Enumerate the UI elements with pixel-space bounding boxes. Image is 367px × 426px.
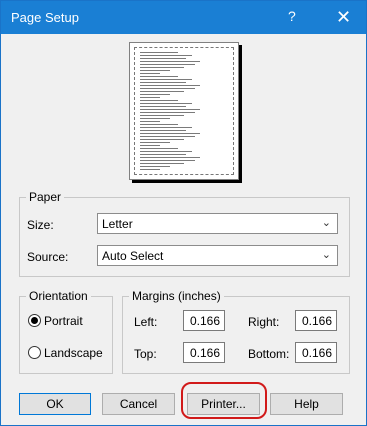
preview-text-line (140, 160, 195, 161)
dropdown-chevron-icon: ⌄ (321, 249, 331, 261)
printer-button[interactable]: Printer... (187, 393, 260, 415)
right-margin-label: Right: (248, 315, 280, 329)
preview-text-line (140, 109, 200, 110)
landscape-radio[interactable] (28, 346, 41, 359)
preview-text-line (140, 148, 178, 149)
preview-text-line (140, 79, 192, 80)
landscape-label[interactable]: Landscape (44, 346, 103, 360)
top-margin-field[interactable]: 0.166 (183, 342, 225, 363)
size-label: Size: (27, 218, 54, 232)
preview-text-line (140, 73, 160, 74)
preview-text-line (140, 163, 184, 164)
left-margin-label: Left: (134, 315, 158, 329)
preview-text-line (140, 118, 170, 119)
orientation-legend: Orientation (26, 289, 91, 303)
preview-text-line (140, 103, 192, 104)
bottom-margin-field[interactable]: 0.166 (295, 342, 337, 363)
preview-text-line (140, 166, 170, 167)
left-margin-field[interactable]: 0.166 (183, 310, 225, 331)
preview-text-line (140, 52, 178, 53)
preview-text-line (140, 76, 178, 77)
top-margin-label: Top: (134, 347, 157, 361)
preview-text-line (140, 97, 160, 98)
preview-text-line (140, 121, 160, 122)
preview-text-line (140, 169, 160, 170)
preview-text-line (140, 130, 186, 131)
preview-text-line (140, 157, 200, 158)
preview-text-line (140, 151, 192, 152)
preview-text-line (140, 82, 186, 83)
preview-text-line (140, 142, 170, 143)
paper-legend: Paper (26, 190, 65, 204)
orientation-group: Orientation (19, 289, 113, 374)
ok-button[interactable]: OK (19, 393, 91, 415)
preview-text-line (140, 106, 186, 107)
preview-text-line (140, 91, 184, 92)
preview-text-line (140, 139, 184, 140)
preview-text-line (140, 94, 170, 95)
preview-text-line (140, 88, 195, 89)
portrait-radio[interactable] (28, 314, 41, 327)
source-select[interactable]: Auto Select ⌄ (97, 245, 338, 266)
preview-text-line (140, 136, 195, 137)
preview-text-line (140, 145, 160, 146)
preview-text-line (140, 154, 186, 155)
preview-text-line (140, 112, 195, 113)
title-bar: Page Setup ? ✕ (1, 1, 366, 34)
preview-text-line (140, 67, 184, 68)
preview-text-line (140, 115, 184, 116)
page-setup-dialog: Page Setup ? ✕ Paper Size: Letter ⌄ Sour… (0, 0, 367, 426)
preview-text-line (140, 61, 200, 62)
dialog-title: Page Setup (11, 10, 79, 25)
help-icon[interactable]: ? (288, 8, 296, 24)
close-icon[interactable]: ✕ (321, 1, 366, 34)
preview-page (129, 42, 239, 180)
source-label: Source: (27, 250, 69, 264)
preview-text-line (140, 133, 200, 134)
preview-text-line (140, 70, 170, 71)
preview-text-line (140, 64, 195, 65)
preview-text-line (140, 124, 178, 125)
preview-text-line (140, 127, 192, 128)
right-margin-field[interactable]: 0.166 (295, 310, 337, 331)
preview-text-line (140, 58, 186, 59)
size-value: Letter (102, 217, 133, 231)
page-preview-icon (129, 42, 239, 182)
dropdown-chevron-icon: ⌄ (321, 217, 331, 229)
bottom-margin-label: Bottom: (248, 347, 290, 361)
source-value: Auto Select (102, 249, 164, 263)
size-select[interactable]: Letter ⌄ (97, 213, 338, 234)
cancel-button[interactable]: Cancel (102, 393, 175, 415)
margins-legend: Margins (inches) (129, 289, 224, 303)
preview-text-line (140, 100, 178, 101)
preview-text-line (140, 85, 200, 86)
preview-printable-area (134, 47, 234, 175)
help-button[interactable]: Help (270, 393, 343, 415)
portrait-label[interactable]: Portrait (44, 314, 83, 328)
preview-text-line (140, 55, 192, 56)
